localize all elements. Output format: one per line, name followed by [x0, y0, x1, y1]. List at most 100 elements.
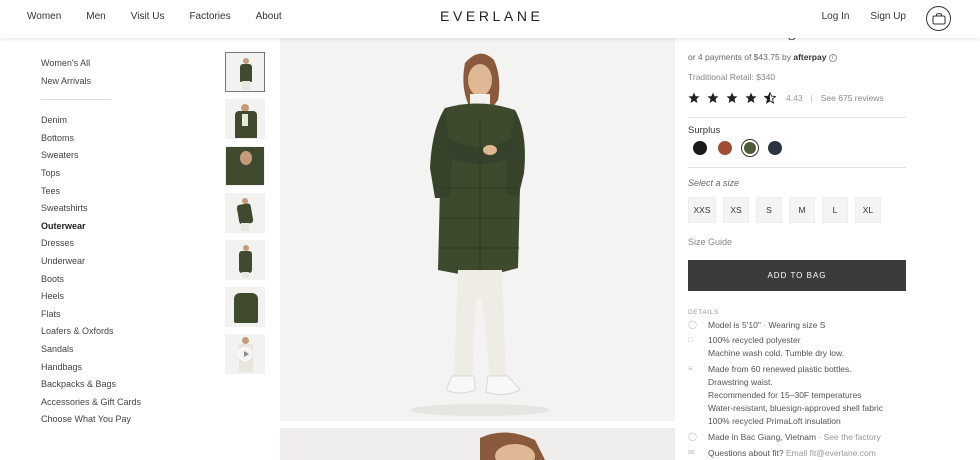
site-header: Women Men Visit Us Factories About EVERL…	[0, 0, 980, 38]
color-swatches	[693, 139, 782, 157]
made-in: Made in Bac Giang, Vietnam	[708, 432, 817, 442]
sidebar-item-outerwear[interactable]: Outerwear	[41, 218, 171, 236]
sidebar-item-heels[interactable]: Heels	[41, 288, 171, 306]
rating-value: 4.43	[786, 93, 803, 103]
nav-factories[interactable]: Factories	[189, 11, 230, 22]
model-height: Model is 5'10"	[708, 320, 761, 330]
sidebar-item-underwear[interactable]: Underwear	[41, 253, 171, 271]
fabric-line-2: Machine wash cold. Tumble dry low.	[708, 348, 845, 358]
fit-question: Questions about fit?	[708, 448, 784, 458]
nav-visit-us[interactable]: Visit Us	[131, 11, 165, 22]
afterpay-line: or 4 payments of $43.75 by afterpay i	[688, 52, 837, 62]
swatch-surplus-selected[interactable]	[741, 139, 759, 157]
nav-about[interactable]: About	[256, 11, 282, 22]
sidebar-item-flats[interactable]: Flats	[41, 306, 171, 324]
size-l[interactable]: L	[822, 197, 848, 223]
size-prompt: Select a size	[688, 178, 740, 188]
video-thumbnail[interactable]	[225, 334, 265, 374]
sidebar-item-backpacks[interactable]: Backpacks & Bags	[41, 376, 171, 394]
star-icon	[688, 92, 700, 103]
size-m[interactable]: M	[789, 197, 815, 223]
model-dot: ·	[763, 320, 767, 330]
sidebar-item-tees[interactable]: Tees	[41, 183, 171, 201]
bag-icon	[932, 13, 946, 25]
thumbnail[interactable]	[225, 240, 265, 280]
sidebar-divider	[41, 99, 111, 101]
add-to-bag-button[interactable]: ADD TO BAG	[688, 260, 906, 291]
primary-nav: Women Men Visit Us Factories About	[27, 11, 307, 22]
afterpay-text: or 4 payments of $43.75 by	[688, 52, 794, 62]
product-image-secondary[interactable]	[280, 428, 675, 460]
thumbnail-strip	[225, 52, 267, 381]
sidebar-item-womens-all[interactable]: Women's All	[41, 55, 171, 73]
sidebar-item-loafers[interactable]: Loafers & Oxfords	[41, 323, 171, 341]
brand-logo[interactable]: EVERLANE	[440, 8, 544, 24]
sidebar-item-tops[interactable]: Tops	[41, 165, 171, 183]
sidebar-item-boots[interactable]: Boots	[41, 271, 171, 289]
login-link[interactable]: Log In	[822, 11, 850, 22]
origin-dot: ·	[818, 432, 822, 442]
sidebar-item-sweaters[interactable]: Sweaters	[41, 147, 171, 165]
size-selector: XXS XS S M L XL	[688, 197, 881, 223]
sidebar-item-new-arrivals[interactable]: New Arrivals	[41, 73, 171, 91]
swatch-black[interactable]	[693, 141, 707, 155]
divider	[688, 117, 906, 118]
thumbnail[interactable]	[225, 52, 265, 92]
sidebar-item-dresses[interactable]: Dresses	[41, 235, 171, 253]
sidebar-item-accessories[interactable]: Accessories & Gift Cards	[41, 394, 171, 412]
fabric-icon: □	[688, 335, 693, 344]
nav-men[interactable]: Men	[86, 11, 105, 22]
rating-row: 4.43 | See 675 reviews	[688, 92, 884, 104]
sidebar-item-bottoms[interactable]: Bottoms	[41, 130, 171, 148]
info-icon[interactable]: i	[828, 53, 837, 62]
size-xl[interactable]: XL	[855, 197, 881, 223]
fit-email-link[interactable]: Email fit@everlane.com	[786, 448, 876, 458]
feature-line: Drawstring waist.	[708, 377, 773, 387]
reviews-link[interactable]: See 675 reviews	[821, 93, 884, 103]
sidebar-item-sweatshirts[interactable]: Sweatshirts	[41, 200, 171, 218]
origin-detail: ◯ Made in Bac Giang, Vietnam · See the f…	[688, 431, 906, 444]
factory-link[interactable]: See the factory	[824, 432, 881, 442]
sidebar-item-denim[interactable]: Denim	[41, 112, 171, 130]
size-guide-link[interactable]: Size Guide	[688, 237, 732, 247]
size-xs[interactable]: XS	[723, 197, 749, 223]
details-heading: DETAILS	[688, 309, 719, 316]
list-icon: ≡	[688, 364, 693, 373]
size-xxs[interactable]: XXS	[688, 197, 716, 223]
size-s[interactable]: S	[756, 197, 782, 223]
fabric-line-1: 100% recycled polyester	[708, 335, 801, 345]
feature-line: Water-resistant, bluesign-approved shell…	[708, 403, 883, 413]
account-nav: Log In Sign Up	[822, 11, 906, 22]
fit-detail: ✉ Questions about fit? Email fit@everlan…	[688, 447, 906, 460]
globe-icon: ◯	[688, 432, 697, 441]
features-detail: ≡ Made from 60 renewed plastic bottles. …	[688, 363, 906, 428]
rating-separator: |	[810, 93, 813, 103]
signup-link[interactable]: Sign Up	[870, 11, 906, 22]
play-icon	[238, 347, 252, 361]
swatch-rust[interactable]	[718, 141, 732, 155]
sidebar-item-choose-what-you-pay[interactable]: Choose What You Pay	[41, 411, 171, 429]
half-star-icon	[764, 92, 776, 104]
sidebar-item-sandals[interactable]: Sandals	[41, 341, 171, 359]
sidebar-item-handbags[interactable]: Handbags	[41, 359, 171, 377]
product-image[interactable]	[280, 38, 675, 421]
feature-line: 100% recycled PrimaLoft insulation	[708, 416, 841, 426]
nav-women[interactable]: Women	[27, 11, 61, 22]
cart-button[interactable]	[926, 6, 951, 31]
swatch-navy[interactable]	[768, 141, 782, 155]
model-size: Wearing size S	[768, 320, 826, 330]
color-name: Surplus	[688, 125, 721, 136]
feature-line: Made from 60 renewed plastic bottles.	[708, 364, 852, 374]
mail-icon: ✉	[688, 448, 695, 457]
star-icon	[707, 92, 719, 103]
thumbnail[interactable]	[225, 193, 265, 233]
thumbnail[interactable]	[225, 146, 265, 186]
star-icon	[745, 92, 757, 103]
fabric-detail: □ 100% recycled polyester Machine wash c…	[688, 334, 906, 360]
thumbnail[interactable]	[225, 99, 265, 139]
feature-line: Recommended for 15–30F temperatures	[708, 390, 862, 400]
star-icon	[726, 92, 738, 103]
afterpay-logo[interactable]: afterpay	[793, 52, 826, 62]
thumbnail[interactable]	[225, 287, 265, 327]
divider	[688, 167, 906, 168]
